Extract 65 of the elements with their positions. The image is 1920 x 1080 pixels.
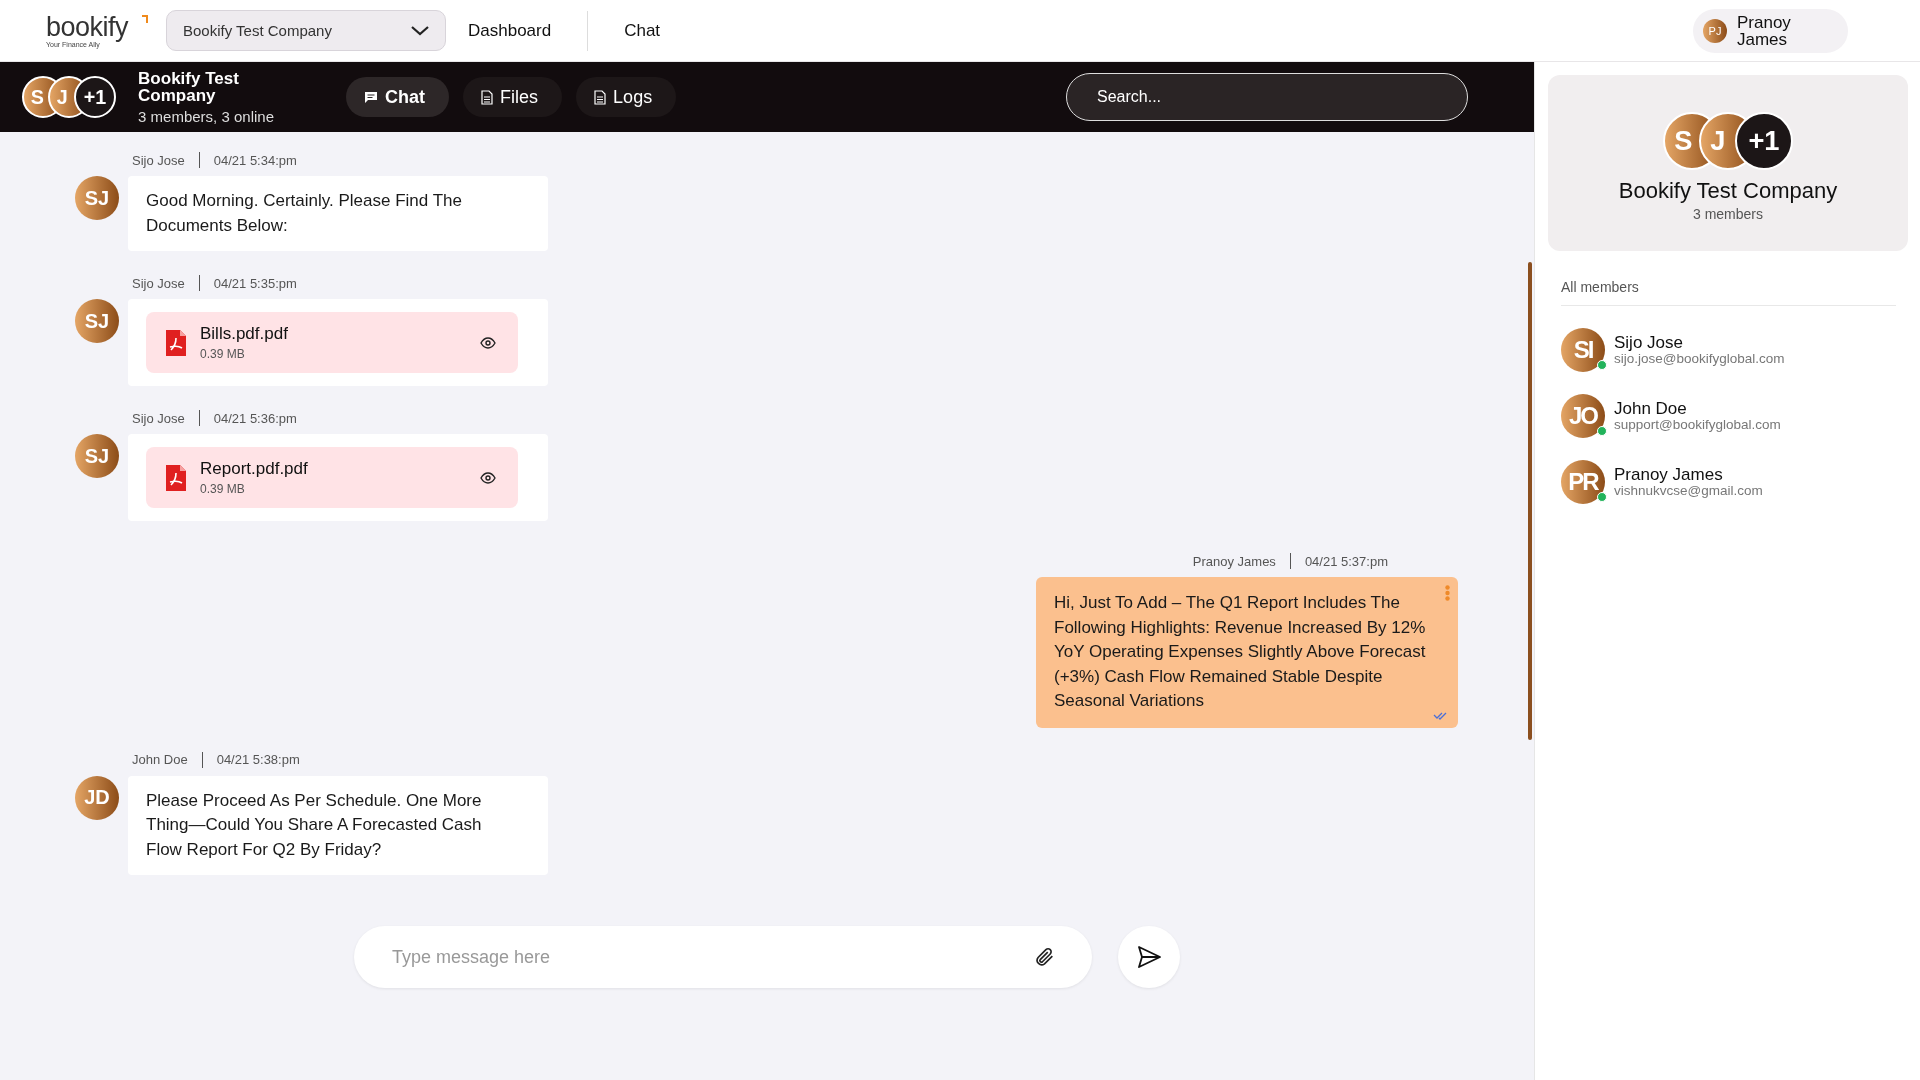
member-avatar: PR <box>1561 460 1605 504</box>
scrollbar[interactable] <box>1528 262 1532 740</box>
message-time: 04/21 5:38:pm <box>216 752 300 767</box>
pdf-file-icon <box>166 329 186 356</box>
message-time: 04/21 5:37:pm <box>1304 553 1388 569</box>
message-input[interactable]: Type message here <box>390 945 1034 969</box>
more-members-count: +1 <box>74 76 117 118</box>
search-field[interactable]: Search... <box>1066 73 1468 121</box>
message-text: Good Morning. Certainly. Please Find The Documents Below: <box>146 190 463 237</box>
tab[interactable]: Logs <box>576 77 677 117</box>
message-time: 04/21 5:34:pm <box>213 152 297 168</box>
member-name: John Doe <box>1614 400 1688 417</box>
logo-corner-mark <box>142 15 148 23</box>
attach-paperclip-icon[interactable] <box>1034 946 1056 968</box>
user-avatar: PJ <box>1703 18 1727 43</box>
company-select[interactable]: Bookify Test Company <box>166 10 446 51</box>
chat-bubble-icon <box>364 90 379 104</box>
eye-icon[interactable] <box>480 336 496 349</box>
tab[interactable]: Chat <box>346 77 450 117</box>
member-name: Pranoy James <box>1614 466 1724 483</box>
document-icon <box>594 89 607 105</box>
composer-bar[interactable]: Type message here <box>354 926 1092 988</box>
send-arrow-icon <box>1137 946 1161 968</box>
tab[interactable]: Files <box>463 77 563 117</box>
sender-name: Sijo Jose <box>132 275 185 291</box>
chevron-down-icon <box>411 25 429 36</box>
double-check-icon <box>1433 711 1448 720</box>
document-icon <box>481 89 494 105</box>
more-members-count: +1 <box>1734 112 1793 170</box>
eye-icon[interactable] <box>480 471 496 484</box>
user-name: Pranoy James <box>1737 13 1792 48</box>
sender-name: Sijo Jose <box>132 152 185 168</box>
file-name: Bills.pdf.pdf <box>200 324 289 344</box>
member-name: Sijo Jose <box>1614 334 1684 351</box>
message-text: Hi, Just To Add – The Q1 Report Includes The Following Highlights: Revenue Increased By 12% YoY Operating Expenses Slightly Above Forecast (+3%) Cash Flow Remained Stable Despite Seasonal Variations <box>1054 592 1427 712</box>
message-time: 04/21 5:36:pm <box>213 410 297 426</box>
file-size: 0.39 MB <box>200 347 246 361</box>
sender-avatar: SJ <box>75 434 119 478</box>
sender-name: Sijo Jose <box>132 410 185 426</box>
group-status: 3 members, 3 online <box>138 107 275 125</box>
member-email: vishnukvcse@gmail.com <box>1614 483 1763 498</box>
sender-avatar: SJ <box>75 299 119 343</box>
member-email: support@bookifyglobal.com <box>1614 417 1781 432</box>
member-email: sijo.jose@bookifyglobal.com <box>1614 351 1785 366</box>
send-button[interactable] <box>1118 926 1180 988</box>
section-heading: All members <box>1561 279 1896 306</box>
sender-avatar: SJ <box>75 176 119 220</box>
sender-name: John Doe <box>132 752 188 767</box>
member-avatar: SI <box>1561 328 1605 372</box>
logo: bookify <box>46 13 129 41</box>
message-time: 04/21 5:35:pm <box>213 275 297 291</box>
pdf-file-icon <box>166 464 186 491</box>
nav-link[interactable]: Chat <box>602 20 683 41</box>
sender-name: Pranoy James <box>1192 553 1276 569</box>
file-size: 0.39 MB <box>200 482 246 496</box>
member-count: 3 members <box>1693 206 1763 222</box>
sender-avatar: JD <box>75 775 119 820</box>
file-attachment[interactable]: Bills.pdf.pdf 0.39 MB <box>146 312 518 373</box>
group-name: Bookify Test Company <box>1618 178 1838 204</box>
nav-link[interactable]: Dashboard <box>446 20 574 41</box>
file-attachment[interactable]: Report.pdf.pdf 0.39 MB <box>146 447 518 508</box>
group-title: Bookify Test Company <box>138 69 240 104</box>
file-name: Report.pdf.pdf <box>200 459 309 479</box>
member-avatar: JO <box>1561 394 1605 438</box>
message-text: Please Proceed As Per Schedule. One More Thing—Could You Share A Forecasted Cash Flow Report For Q2 By Friday? <box>146 789 483 861</box>
